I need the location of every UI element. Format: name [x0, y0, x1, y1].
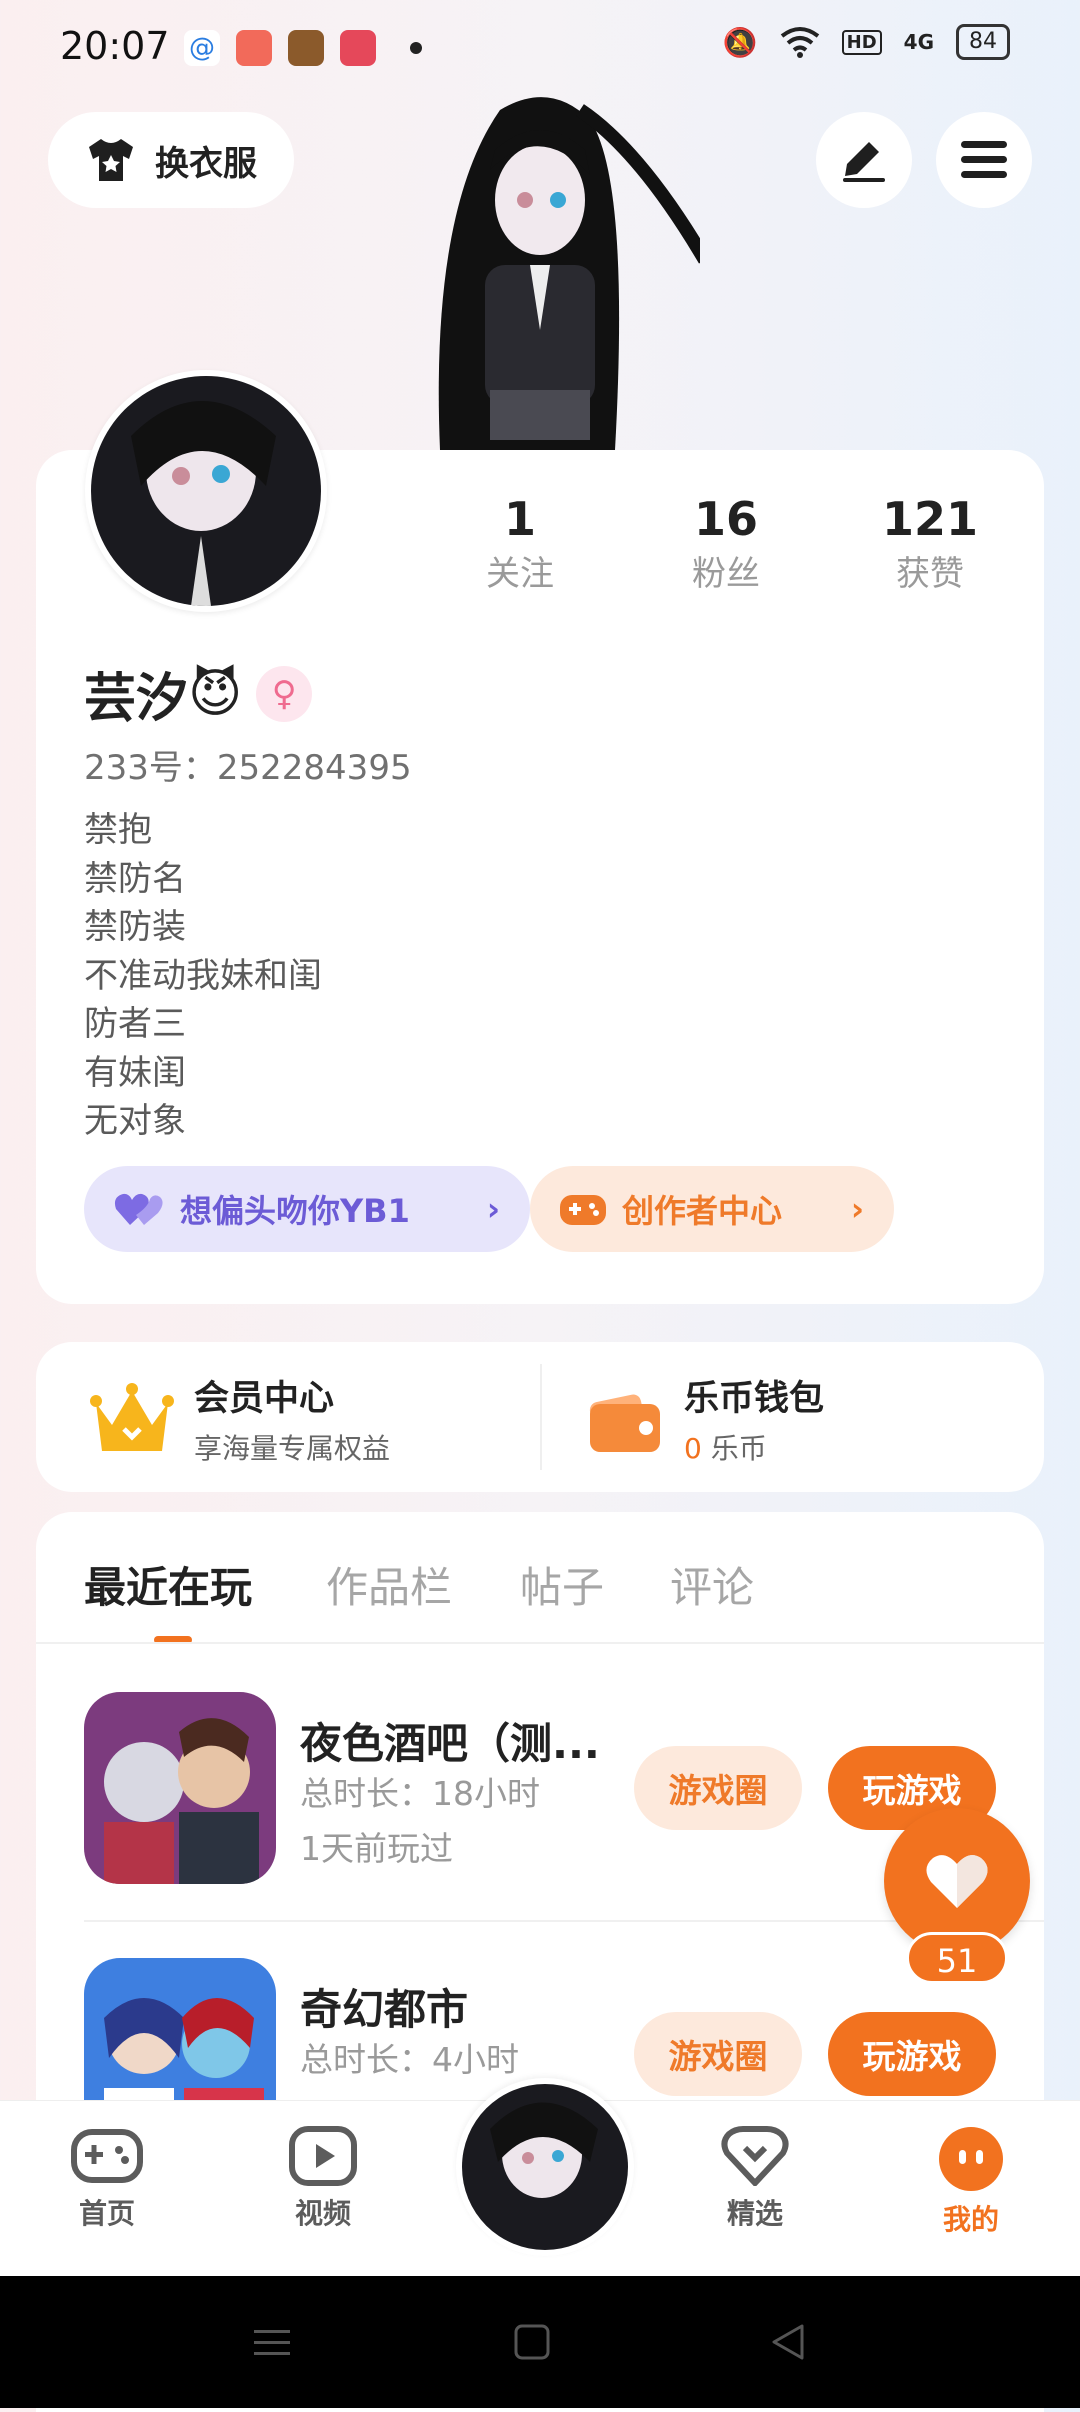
likes-count: 121 — [881, 492, 979, 546]
profile-avatar[interactable] — [85, 370, 327, 612]
pen-icon — [843, 142, 885, 182]
tshirt-icon — [89, 139, 133, 181]
hd-badge: HD — [841, 29, 882, 55]
relationship-label: 想偏头吻你YB1 — [180, 1192, 410, 1230]
hamburger-icon — [961, 141, 1007, 178]
game-icon[interactable] — [84, 1692, 276, 1884]
game-name: 奇幻都市 — [300, 1985, 469, 2034]
avatar-image — [462, 2084, 628, 2250]
like-count-badge: 51 — [906, 1932, 1008, 1984]
recent-apps-icon[interactable] — [252, 2322, 292, 2362]
game-circle-button[interactable]: 游戏圈 — [634, 1746, 802, 1830]
edit-profile-button[interactable] — [816, 112, 912, 208]
nav-home-label: 首页 — [78, 2197, 135, 2230]
game-duration: 总时长：4小时 — [300, 2040, 519, 2079]
tab-recent[interactable]: 最近在玩 — [84, 1554, 252, 1615]
tab-posts[interactable]: 帖子 — [520, 1554, 604, 1615]
face-icon — [939, 2127, 1003, 2191]
following-label: 关注 — [486, 554, 554, 594]
status-time: 20:07 — [60, 24, 170, 68]
game-last-played: 1天前玩过 — [300, 1829, 453, 1868]
gender-female-icon: ♀ — [256, 665, 313, 722]
benefits-divider — [540, 1364, 542, 1470]
username: 芸汐 — [84, 669, 189, 729]
wallet-icon — [589, 1394, 660, 1452]
following-count: 1 — [503, 492, 536, 546]
following-stat[interactable]: 1 关注 — [430, 492, 610, 595]
game-details: 总时长：4小时 — [300, 2032, 519, 2087]
gamepad-icon — [71, 2129, 143, 2183]
devil-emoji: 😈 — [188, 663, 243, 724]
chevron-right-icon: › — [850, 1190, 864, 1228]
menu-button[interactable] — [936, 112, 1032, 208]
nav-mine[interactable]: 我的 — [906, 2126, 1036, 2238]
video-app-icon — [340, 30, 376, 66]
game-duration: 总时长：18小时 — [300, 1774, 540, 1813]
gamepad-icon — [560, 1195, 606, 1225]
creator-center-label: 创作者中心 — [622, 1192, 783, 1230]
crown-icon — [90, 1382, 174, 1451]
change-outfit-label: 换衣服 — [155, 143, 257, 184]
user-id: 233号：252284395 — [84, 748, 412, 788]
wallet[interactable]: 乐币钱包 0 乐币 — [588, 1370, 824, 1467]
heart-shield-icon — [721, 2126, 789, 2186]
wallet-unit: 乐币 — [701, 1432, 767, 1465]
creator-center-chip[interactable]: 创作者中心 › — [530, 1166, 894, 1252]
bio-line: 不准动我妹和闺 — [84, 955, 322, 996]
change-outfit-button[interactable]: 换衣服 — [48, 112, 294, 208]
relationship-chip[interactable]: 想偏头吻你YB1 › — [84, 1166, 530, 1252]
bio-text: 禁抱 禁防名 禁防装 不准动我妹和闺 防者三 有妹闺 无对象 — [84, 806, 322, 1146]
more-notifications-dot — [410, 42, 422, 54]
game-circle-button[interactable]: 游戏圈 — [634, 2012, 802, 2096]
nav-video-label: 视频 — [294, 2197, 351, 2230]
fans-stat[interactable]: 16 粉丝 — [636, 492, 816, 595]
wallet-amount: 0 — [684, 1432, 702, 1465]
member-center-subtitle: 享海量专属权益 — [194, 1432, 391, 1465]
bio-line: 有妹闺 — [84, 1052, 186, 1093]
wifi-icon — [780, 27, 819, 58]
bio-line: 禁防名 — [84, 858, 186, 899]
double-heart-icon — [114, 1193, 163, 1225]
nav-mine-label: 我的 — [942, 2203, 999, 2236]
tab-comments[interactable]: 评论 — [670, 1554, 754, 1615]
fans-count: 16 — [693, 492, 758, 546]
tab-works[interactable]: 作品栏 — [326, 1554, 452, 1615]
network-type: 4G — [903, 30, 934, 54]
username-row: 芸汐 😈 ♀ — [84, 656, 313, 731]
play-icon — [289, 2126, 357, 2186]
nav-featured-label: 精选 — [726, 2197, 783, 2230]
bio-line: 禁防装 — [84, 907, 186, 947]
member-center-title: 会员中心 — [194, 1379, 335, 1419]
fans-label: 粉丝 — [692, 554, 760, 594]
app-notification-icon: @ — [184, 30, 220, 66]
battery-indicator: 84 — [956, 24, 1010, 60]
heart-icon — [926, 1855, 988, 1908]
likes-stat[interactable]: 121 获赞 — [840, 492, 1020, 595]
bio-line: 禁抱 — [84, 810, 152, 850]
music-app-icon — [236, 30, 272, 66]
nav-avatar-center[interactable] — [456, 2078, 634, 2256]
avatar-image — [91, 376, 321, 606]
wallet-title: 乐币钱包 — [684, 1379, 825, 1419]
back-icon[interactable] — [768, 2322, 808, 2362]
nav-featured[interactable]: 精选 — [690, 2126, 820, 2232]
bio-line: 防者三 — [84, 1004, 186, 1044]
tabs-divider — [36, 1642, 1044, 1644]
play-game-button[interactable]: 玩游戏 — [828, 2012, 996, 2096]
nav-video[interactable]: 视频 — [258, 2126, 388, 2232]
nav-home[interactable]: 首页 — [42, 2126, 172, 2232]
home-icon[interactable] — [512, 2322, 552, 2362]
member-center[interactable]: 会员中心 享海量专属权益 — [90, 1370, 390, 1467]
avatar-character-figure[interactable] — [380, 90, 700, 450]
bio-line: 无对象 — [84, 1101, 186, 1141]
mute-icon: 🔕 — [722, 25, 758, 59]
status-icons: 🔕 HD 4G 84 — [723, 24, 1010, 60]
chevron-right-icon: › — [486, 1190, 500, 1228]
game-app-icon — [288, 30, 324, 66]
game-details: 总时长：18小时 1天前玩过 — [300, 1766, 540, 1876]
likes-label: 获赞 — [896, 554, 964, 594]
game-name: 夜色酒吧（测... — [300, 1719, 600, 1768]
